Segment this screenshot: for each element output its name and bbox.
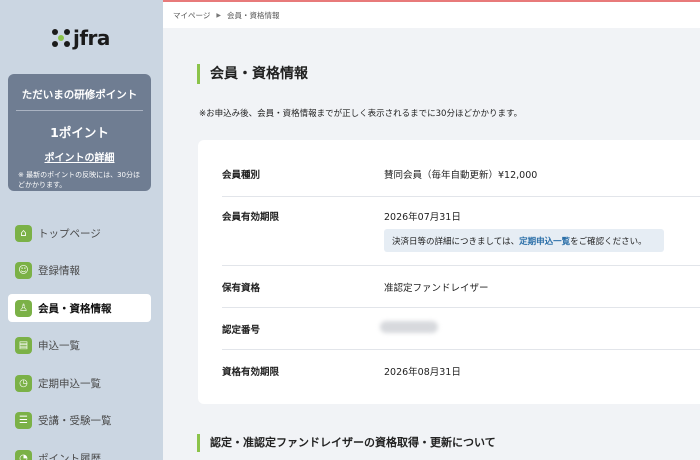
sidebar-item-label: 定期申込一覧	[38, 377, 101, 390]
sidebar-item-label: ポイント履歴	[38, 452, 101, 460]
breadcrumb-mypage-link[interactable]: マイページ	[173, 10, 210, 21]
payment-note: 決済日等の詳細につきましては、 定期申込一覧 をご確認ください。	[384, 229, 664, 252]
logo-mark-icon	[52, 29, 70, 47]
breadcrumb-current: 会員・資格情報	[226, 10, 280, 20]
logo[interactable]: jfra	[52, 26, 110, 50]
qualification-expiry-value: 2026年08月31日	[384, 367, 461, 378]
section-title: 認定・准認定ファンドレイザーの資格取得・更新について	[197, 434, 496, 452]
sidebar-item-label: 会員・資格情報	[38, 302, 112, 315]
sidebar-item-membership[interactable]: ♙ 会員・資格情報	[8, 294, 151, 322]
row-divider	[222, 349, 700, 350]
subscription-list-link[interactable]: 定期申込一覧	[519, 235, 570, 247]
sidebar-item-label: 登録情報	[38, 265, 80, 277]
update-notice: ※お申込み後、会員・資格情報までが正しく表示されるまでに30分ほどかかります。	[199, 109, 523, 119]
sidebar-item-applications[interactable]: ▤ 申込一覧	[8, 332, 151, 360]
membership-info-card: 会員種別 賛同会員（毎年自動更新）¥12,000 会員有効期限 2026年07月…	[198, 140, 700, 404]
sidebar-nav: ⌂ トップページ ☺ 登録情報 ♙ 会員・資格情報 ▤ 申込一覧 ◷ 定期申込一…	[8, 219, 151, 460]
cert-number-masked	[380, 321, 438, 333]
payment-note-suffix: をご確認ください。	[570, 236, 647, 247]
membership-type-value: 賛同会員（毎年自動更新）¥12,000	[384, 170, 538, 181]
sidebar-item-registration[interactable]: ☺ 登録情報	[8, 257, 151, 285]
qualification-label: 保有資格	[222, 283, 261, 294]
clock-icon: ◷	[15, 374, 32, 392]
qualification-expiry-label: 資格有効期限	[222, 367, 280, 378]
sidebar-item-label: 受講・受験一覧	[38, 415, 112, 427]
points-value: 1ポイント	[50, 125, 109, 140]
points-note: ※ 最新のポイントの反映には、30分ほどかかります。	[18, 171, 140, 189]
cert-number-label: 認定番号	[222, 325, 261, 336]
points-detail-link[interactable]: ポイントの詳細	[45, 149, 115, 164]
row-divider	[222, 196, 700, 197]
page-title: 会員・資格情報	[197, 64, 308, 84]
sidebar-item-top[interactable]: ⌂ トップページ	[8, 219, 151, 247]
row-divider	[222, 307, 700, 308]
sidebar: jfra ただいまの研修ポイント 1ポイント ポイントの詳細 ※ 最新のポイント…	[0, 0, 163, 460]
sidebar-item-subscriptions[interactable]: ◷ 定期申込一覧	[8, 369, 151, 397]
id-card-icon: ☺	[15, 262, 32, 279]
home-icon: ⌂	[15, 224, 32, 242]
sidebar-item-label: トップページ	[38, 227, 101, 240]
breadcrumb: マイページ ▶ 会員・資格情報	[163, 2, 700, 28]
breadcrumb-arrow-icon: ▶	[216, 11, 221, 19]
list-icon: ☰	[15, 412, 32, 429]
points-divider	[16, 110, 143, 111]
card-icon: ▤	[15, 337, 32, 354]
row-divider	[222, 265, 700, 266]
badge-icon: ♙	[15, 299, 32, 317]
history-icon: ◔	[15, 449, 32, 460]
membership-type-label: 会員種別	[222, 170, 261, 181]
membership-expiry-value: 2026年07月31日	[384, 212, 461, 223]
points-card: ただいまの研修ポイント 1ポイント ポイントの詳細 ※ 最新のポイントの反映には…	[8, 74, 151, 191]
sidebar-item-label: 申込一覧	[38, 340, 80, 352]
sidebar-item-courses[interactable]: ☰ 受講・受験一覧	[8, 407, 151, 435]
membership-expiry-label: 会員有効期限	[222, 212, 280, 223]
points-title: ただいまの研修ポイント	[21, 89, 138, 101]
logo-text: jfra	[73, 26, 110, 50]
payment-note-prefix: 決済日等の詳細につきましては、	[392, 236, 520, 247]
sidebar-item-point-history[interactable]: ◔ ポイント履歴	[8, 444, 151, 460]
qualification-value: 准認定ファンドレイザー	[384, 283, 489, 294]
